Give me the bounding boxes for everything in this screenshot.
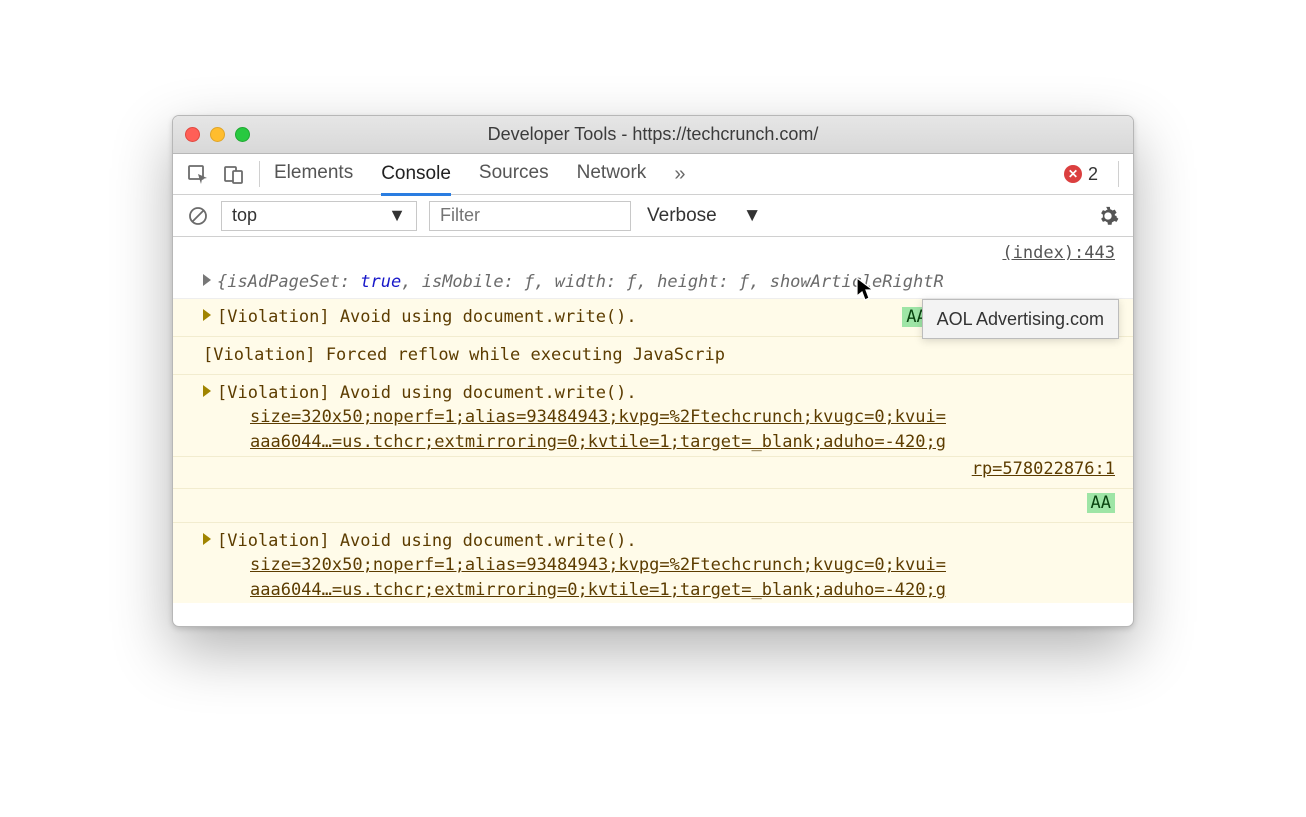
expand-arrow-icon[interactable] [203, 385, 211, 397]
chevron-down-icon: ▼ [388, 205, 406, 226]
filter-input[interactable] [429, 201, 631, 231]
log-row-violation[interactable]: [Violation] Forced reflow while executin… [173, 337, 1133, 375]
log-row-object[interactable]: {isAdPageSet: true, isMobile: ƒ, width: … [173, 266, 1133, 300]
tab-elements[interactable]: Elements [274, 162, 353, 186]
context-select[interactable]: top ▼ [221, 201, 417, 231]
expand-arrow-icon[interactable] [203, 533, 211, 545]
zoom-button[interactable] [235, 127, 250, 142]
traffic-lights [185, 127, 250, 142]
url-fragment[interactable]: aaa6044…=us.tchcr;extmirroring=0;kvtile=… [203, 432, 946, 452]
divider [259, 161, 260, 187]
log-source-row: (index):443 [173, 237, 1133, 241]
devtools-window: Developer Tools - https://techcrunch.com… [172, 115, 1134, 627]
inspect-element-icon[interactable] [187, 163, 209, 185]
tab-network[interactable]: Network [577, 162, 647, 186]
console-body: (index):443 {isAdPageSet: true, isMobile… [173, 237, 1133, 603]
clear-console-icon[interactable] [187, 205, 209, 227]
tab-sources[interactable]: Sources [479, 162, 549, 186]
log-row-violation[interactable]: [Violation] Avoid using document.write()… [173, 523, 1133, 603]
log-text: [Violation] Avoid using document.write()… [217, 531, 637, 551]
error-count: 2 [1088, 164, 1098, 185]
url-fragment[interactable]: rp=578022876:1 [972, 459, 1115, 479]
expand-arrow-icon[interactable] [203, 274, 211, 286]
window-title: Developer Tools - https://techcrunch.com… [173, 124, 1133, 145]
console-toolbar: top ▼ Verbose ▼ [173, 195, 1133, 237]
device-toolbar-icon[interactable] [223, 163, 245, 185]
attribution-badge[interactable]: AA [1087, 493, 1115, 513]
more-tabs-chevron[interactable]: » [674, 163, 685, 186]
tabbar: Elements Console Sources Network » ✕ 2 [173, 154, 1133, 195]
chevron-down-icon: ▼ [743, 205, 762, 227]
url-fragment[interactable]: size=320x50;noperf=1;alias=93484943;kvpg… [203, 407, 946, 427]
context-value: top [232, 205, 257, 226]
attribution-tooltip: AOL Advertising.com [922, 299, 1119, 339]
log-level-select[interactable]: Verbose ▼ [647, 205, 762, 227]
close-button[interactable] [185, 127, 200, 142]
titlebar: Developer Tools - https://techcrunch.com… [173, 116, 1133, 154]
settings-icon[interactable] [1097, 205, 1119, 227]
source-link[interactable]: (index):443 [1002, 241, 1115, 266]
log-row-badge: AA [173, 489, 1133, 523]
log-row-continuation: rp=578022876:1 [173, 457, 1133, 489]
error-icon: ✕ [1064, 165, 1082, 183]
url-fragment[interactable]: size=320x50;noperf=1;alias=93484943;kvpg… [203, 555, 946, 575]
minimize-button[interactable] [210, 127, 225, 142]
log-row-violation[interactable]: [Violation] Avoid using document.write()… [173, 375, 1133, 458]
log-text: [Violation] Avoid using document.write()… [217, 307, 637, 327]
url-fragment[interactable]: aaa6044…=us.tchcr;extmirroring=0;kvtile=… [203, 580, 946, 600]
log-text: [Violation] Forced reflow while executin… [203, 345, 725, 365]
divider [1118, 161, 1119, 187]
expand-arrow-icon[interactable] [203, 309, 211, 321]
log-text: [Violation] Avoid using document.write()… [217, 383, 637, 403]
level-value: Verbose [647, 205, 717, 227]
tab-console[interactable]: Console [381, 163, 451, 196]
error-count-badge[interactable]: ✕ 2 [1064, 164, 1098, 185]
